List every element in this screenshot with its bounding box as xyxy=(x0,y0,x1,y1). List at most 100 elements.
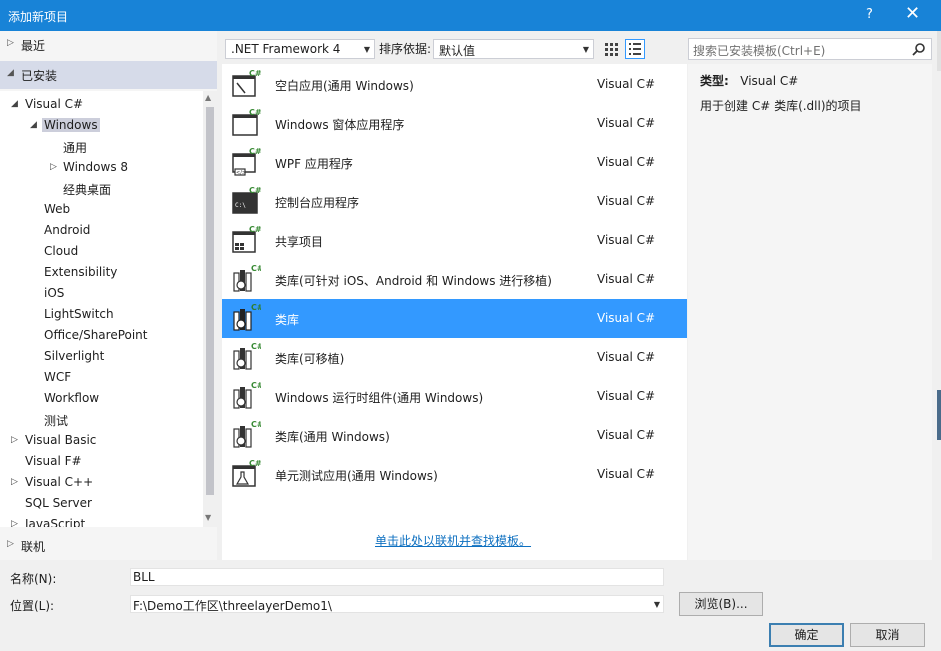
template-toolbar: .NET Framework 4 ▼ 排序依据: 默认值 ▼ xyxy=(222,31,687,61)
expand-arrow-icon[interactable]: ▷ xyxy=(7,539,14,549)
console-app-icon: C:\ C# xyxy=(232,186,261,214)
template-language: Visual C# xyxy=(597,194,656,208)
template-name: 空白应用(通用 Windows) xyxy=(275,79,414,93)
svg-text:C#: C# xyxy=(249,69,261,78)
template-type: 类型: Visual C# xyxy=(700,72,798,89)
scroll-up-icon[interactable]: ▲ xyxy=(205,93,211,102)
tree-node-label: Workflow xyxy=(44,391,100,405)
sort-select[interactable]: 默认值 ▼ xyxy=(433,39,594,59)
template-item-selected[interactable]: C# 类库 Visual C# xyxy=(222,299,687,338)
close-button[interactable]: ✕ xyxy=(905,3,920,25)
tree-node-label: 测试 xyxy=(44,414,69,428)
template-language: Visual C# xyxy=(597,428,656,442)
search-placeholder: 搜索已安装模板(Ctrl+E) xyxy=(693,44,826,58)
svg-text:C#: C# xyxy=(249,459,261,468)
section-installed[interactable]: ◢ 已安装 xyxy=(0,61,217,89)
name-field[interactable]: BLL xyxy=(130,568,664,586)
svg-text:C#: C# xyxy=(251,420,261,429)
template-description: 用于创建 C# 类库(.dll)的项目 xyxy=(700,99,862,113)
tree-node-label: 经典桌面 xyxy=(63,183,112,197)
framework-value: .NET Framework 4 xyxy=(231,42,341,56)
ok-button[interactable]: 确定 xyxy=(769,623,844,647)
svg-text:C#: C# xyxy=(249,186,261,195)
help-button[interactable]: ? xyxy=(866,7,873,22)
list-view-icon xyxy=(629,43,641,55)
background-window xyxy=(937,390,941,440)
section-online-label: 联机 xyxy=(21,540,46,554)
template-language: Visual C# xyxy=(597,311,656,325)
template-item[interactable]: C# 类库(可移植) Visual C# xyxy=(222,338,687,377)
template-item[interactable]: C# Windows 窗体应用程序 Visual C# xyxy=(222,104,687,143)
runtime-component-icon: C# xyxy=(233,381,261,409)
svg-text:C#: C# xyxy=(251,342,261,351)
project-form: 名称(N): BLL 位置(L): F:\Demo工作区\threelayerD… xyxy=(0,560,941,651)
type-label: 类型: xyxy=(700,74,729,88)
scroll-thumb[interactable] xyxy=(206,107,214,495)
type-value: Visual C# xyxy=(740,74,799,88)
template-name: WPF 应用程序 xyxy=(275,157,353,171)
svg-text:C#: C# xyxy=(249,225,261,234)
blank-app-icon: C# xyxy=(232,69,261,97)
sort-value: 默认值 xyxy=(439,44,476,58)
chevron-down-icon: ▼ xyxy=(653,600,660,609)
class-library-icon: C# xyxy=(233,303,261,331)
template-language: Visual C# xyxy=(597,350,656,364)
tree-scrollbar[interactable]: ▲ ▼ xyxy=(203,91,217,527)
class-library-icon: C# xyxy=(233,264,261,292)
svg-text:C#: C# xyxy=(251,303,261,312)
location-select[interactable]: F:\Demo工作区\threelayerDemo1\ ▼ xyxy=(130,595,664,613)
framework-select[interactable]: .NET Framework 4 ▼ xyxy=(225,39,375,59)
template-item[interactable]: C# 类库(可针对 iOS、Android 和 Windows 进行移植) Vi… xyxy=(222,260,687,299)
collapse-arrow-icon[interactable]: ◢ xyxy=(7,68,14,78)
cancel-button[interactable]: 取消 xyxy=(850,623,925,647)
online-templates-link[interactable]: 单击此处以联机并查找模板。 xyxy=(375,532,531,549)
template-item[interactable]: C# 单元测试应用(通用 Windows) Visual C# xyxy=(222,455,687,494)
template-item[interactable]: C# 共享项目 Visual C# xyxy=(222,221,687,260)
section-online[interactable]: ▷ 联机 xyxy=(0,532,217,560)
expand-arrow-icon[interactable]: ▷ xyxy=(11,477,18,487)
template-language: Visual C# xyxy=(597,272,656,286)
name-value: BLL xyxy=(133,570,155,584)
tree-node-label: Visual C# xyxy=(25,97,84,111)
collapse-arrow-icon[interactable]: ◢ xyxy=(30,120,37,130)
template-name: 类库(可针对 iOS、Android 和 Windows 进行移植) xyxy=(275,274,552,288)
template-item[interactable]: C# 空白应用(通用 Windows) Visual C# xyxy=(222,65,687,104)
template-language: Visual C# xyxy=(597,155,656,169)
name-label: 名称(N): xyxy=(10,572,57,586)
template-item[interactable]: C:\ C# 控制台应用程序 Visual C# xyxy=(222,182,687,221)
expand-arrow-icon[interactable]: ▷ xyxy=(50,162,57,172)
expand-arrow-icon[interactable]: ▷ xyxy=(11,435,18,445)
tree-node-label: JavaScript xyxy=(25,517,86,527)
template-language: Visual C# xyxy=(597,116,656,130)
list-view-button[interactable] xyxy=(625,39,645,59)
template-item[interactable]: </> C# WPF 应用程序 Visual C# xyxy=(222,143,687,182)
template-name: Windows 运行时组件(通用 Windows) xyxy=(275,391,484,405)
tree-node-label: 通用 xyxy=(63,141,88,155)
tree-node-windows[interactable]: ◢ Windows xyxy=(0,117,203,137)
class-library-icon: C# xyxy=(233,420,261,448)
expand-arrow-icon[interactable]: ▷ xyxy=(11,519,18,527)
template-item[interactable]: C# Windows 运行时组件(通用 Windows) Visual C# xyxy=(222,377,687,416)
tree-node-label: Visual Basic xyxy=(25,433,97,447)
template-list: C# 空白应用(通用 Windows) Visual C# C# Windows… xyxy=(222,64,687,560)
unit-test-icon: C# xyxy=(232,459,261,487)
template-item[interactable]: C# 类库(通用 Windows) Visual C# xyxy=(222,416,687,455)
chevron-down-icon: ▼ xyxy=(363,45,370,54)
category-pane: ▷ 最近 ◢ 已安装 ◢ Visual C# ◢ Windows 通用 ▷ Wi… xyxy=(0,31,217,560)
tree-node-label: Windows xyxy=(42,118,100,132)
search-input[interactable]: 搜索已安装模板(Ctrl+E) xyxy=(688,38,932,60)
window-edge xyxy=(932,31,941,651)
tree-node-label: Visual F# xyxy=(25,454,82,468)
scroll-down-icon[interactable]: ▼ xyxy=(205,513,211,522)
chevron-down-icon: ▼ xyxy=(582,45,589,54)
grid-view-button[interactable] xyxy=(601,39,621,59)
windows-forms-icon: C# xyxy=(232,108,261,136)
collapse-arrow-icon[interactable]: ◢ xyxy=(11,99,18,109)
sort-label: 排序依据: xyxy=(379,42,432,56)
location-label: 位置(L): xyxy=(10,599,55,613)
expand-arrow-icon[interactable]: ▷ xyxy=(7,38,14,48)
browse-button[interactable]: 浏览(B)... xyxy=(679,592,763,616)
section-recent[interactable]: ▷ 最近 xyxy=(0,31,217,59)
tree-node-label: LightSwitch xyxy=(44,307,114,321)
search-icon[interactable] xyxy=(911,42,927,56)
